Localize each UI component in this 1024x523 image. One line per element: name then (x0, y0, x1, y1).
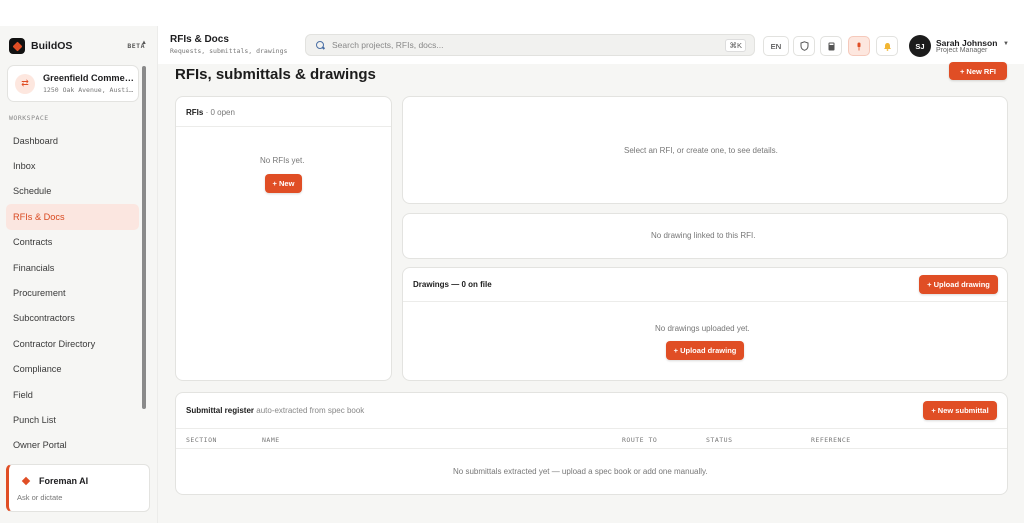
rfis-title-text: RFIs (186, 108, 204, 117)
submittals-empty-text: No submittals extracted yet — upload a s… (453, 467, 708, 476)
sidebar-scrollbar[interactable]: ▲ ▼ (141, 40, 147, 480)
shield-icon (800, 41, 808, 51)
rfis-empty-text: No RFIs yet. (260, 156, 305, 165)
submittal-register-title: Submittal register auto-extracted from s… (186, 406, 364, 415)
microphone-button[interactable] (848, 36, 870, 56)
page-title: RFIs, submittals & drawings (175, 66, 376, 83)
search-icon (316, 40, 325, 50)
divider (403, 301, 1007, 302)
scroll-up-arrow-icon[interactable]: ▲ (141, 40, 147, 46)
submittal-subtitle: auto-extracted from spec book (256, 406, 365, 415)
linked-drawing-card: No drawing linked to this RFI. (402, 213, 1008, 259)
bell-icon (883, 42, 891, 51)
microphone-icon (857, 42, 861, 50)
new-rfi-button[interactable]: + New RFI (949, 62, 1007, 80)
sidebar-item-subcontractors[interactable]: Subcontractors (6, 306, 139, 331)
foreman-ai-panel[interactable]: Foreman AI Ask or dictate (6, 464, 150, 512)
sidebar-item-contractor-directory[interactable]: Contractor Directory (6, 331, 139, 356)
rfis-card: RFIs · 0 open No RFIs yet. + New (175, 96, 392, 381)
search-input[interactable]: Search projects, RFIs, docs... ⌘K (305, 34, 755, 56)
drawings-card: Drawings — 0 on file + Upload drawing No… (402, 267, 1008, 381)
sidebar-item-schedule[interactable]: Schedule (6, 179, 139, 204)
linked-drawing-empty-text: No drawing linked to this RFI. (651, 231, 756, 240)
project-address: 1250 Oak Avenue, Austin, TX (43, 86, 135, 94)
shield-button[interactable] (793, 36, 815, 56)
rfis-count: · 0 open (205, 108, 235, 117)
new-submittal-button[interactable]: + New submittal (923, 401, 997, 420)
calculator-button[interactable] (820, 36, 842, 56)
submittal-register-card: Submittal register auto-extracted from s… (175, 392, 1008, 495)
sidebar: BuildOS BETA ▲ ▼ ⇄ Greenfield Commercial… (0, 26, 158, 523)
divider (176, 428, 1007, 429)
column-header-name[interactable]: NAME (262, 436, 280, 444)
workspace-section-label: WORKSPACE (9, 114, 49, 122)
sidebar-item-procurement[interactable]: Procurement (6, 280, 139, 305)
chevron-down-icon[interactable]: ▼ (1003, 41, 1009, 47)
sidebar-item-compliance[interactable]: Compliance (6, 357, 139, 382)
upload-drawing-header-button[interactable]: + Upload drawing (919, 275, 998, 294)
column-header-section[interactable]: SECTION (186, 436, 217, 444)
foreman-title: Foreman AI (39, 476, 89, 486)
rfi-detail-empty-text: Select an RFI, or create one, to see det… (624, 146, 778, 155)
foreman-diamond-icon (20, 475, 32, 487)
user-role: Project Manager (936, 47, 988, 54)
sidebar-item-punch-list[interactable]: Punch List (6, 407, 139, 432)
sidebar-item-rfis-docs[interactable]: RFIs & Docs (6, 204, 139, 230)
column-header-reference[interactable]: REFERENCE (811, 436, 851, 444)
sidebar-item-owner-portal[interactable]: Owner Portal (6, 433, 139, 458)
swap-icon: ⇄ (15, 73, 35, 94)
search-placeholder: Search projects, RFIs, docs... (332, 40, 444, 50)
upload-drawing-button[interactable]: + Upload drawing (666, 341, 744, 360)
language-button[interactable]: EN (763, 36, 789, 56)
divider (176, 126, 391, 127)
sidebar-item-dashboard[interactable]: Dashboard (6, 128, 139, 153)
drawings-title: Drawings — 0 on file (413, 280, 492, 289)
rfi-detail-card: Select an RFI, or create one, to see det… (402, 96, 1008, 204)
sidebar-item-field[interactable]: Field (6, 382, 139, 407)
project-name: Greenfield Commercial Plaza (43, 73, 135, 83)
header-subtitle: Requests, submittals, drawings (170, 47, 288, 55)
project-switcher[interactable]: ⇄ Greenfield Commercial Plaza 1250 Oak A… (7, 65, 139, 102)
top-header: RFIs & Docs Requests, submittals, drawin… (158, 26, 1024, 64)
foreman-subtitle: Ask or dictate (17, 493, 63, 502)
sidebar-nav: Dashboard Inbox Schedule RFIs & Docs Con… (6, 128, 139, 458)
new-rfi-inline-button[interactable]: + New (265, 174, 302, 193)
sidebar-item-inbox[interactable]: Inbox (6, 153, 139, 178)
column-header-route-to[interactable]: ROUTE TO (622, 436, 657, 444)
brand[interactable]: BuildOS BETA (9, 37, 145, 55)
calculator-icon (828, 42, 834, 50)
submittal-title-text: Submittal register (186, 406, 255, 415)
search-shortcut: ⌘K (725, 39, 746, 52)
header-title: RFIs & Docs (170, 34, 229, 45)
avatar[interactable]: SJ (909, 35, 931, 57)
divider (176, 448, 1007, 449)
scroll-thumb[interactable] (142, 66, 146, 409)
sidebar-item-contracts[interactable]: Contracts (6, 230, 139, 255)
sidebar-item-financials[interactable]: Financials (6, 255, 139, 280)
main-content: RFIs, submittals & drawings + New RFI RF… (158, 62, 1024, 523)
notifications-button[interactable] (876, 36, 898, 56)
app-name: BuildOS (31, 40, 73, 52)
buildos-logo-icon (9, 38, 25, 54)
column-header-status[interactable]: STATUS (706, 436, 732, 444)
drawings-empty-text: No drawings uploaded yet. (655, 324, 750, 333)
rfis-title: RFIs · 0 open (186, 108, 235, 117)
